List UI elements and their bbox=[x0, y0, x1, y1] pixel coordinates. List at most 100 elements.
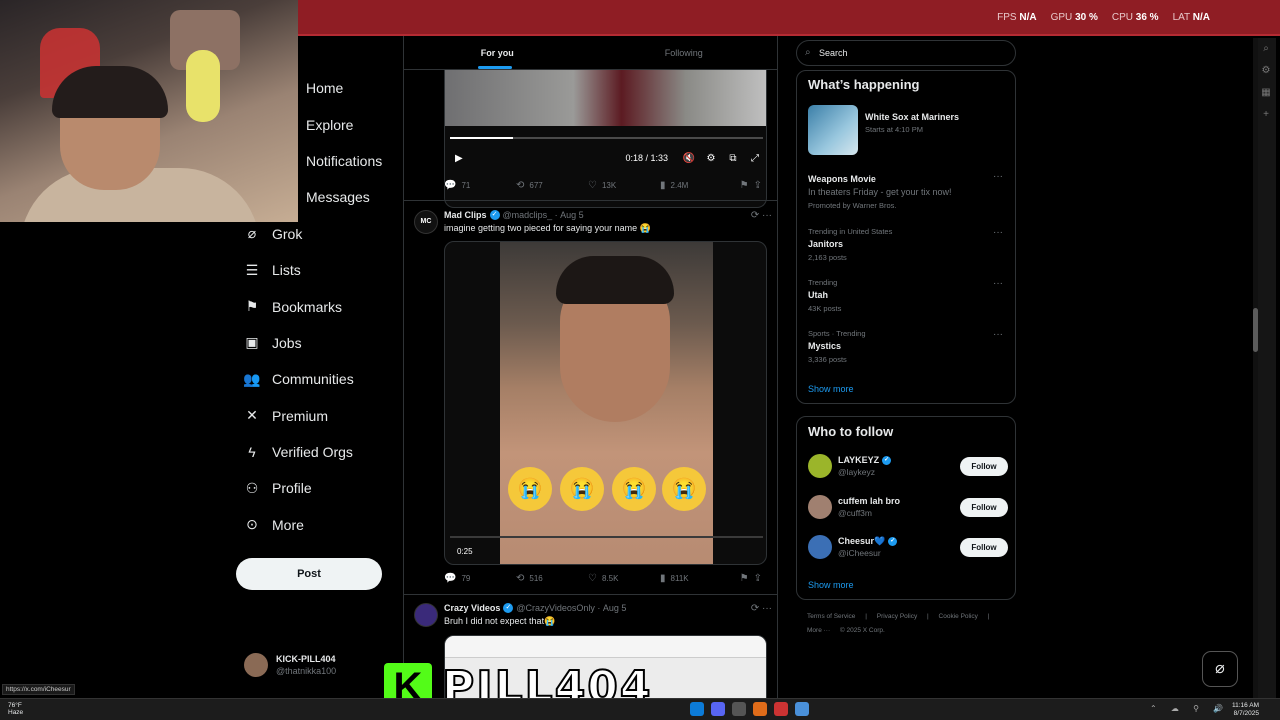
repost-count: 677 bbox=[529, 181, 543, 190]
search-icon[interactable]: ⌕ bbox=[1256, 38, 1276, 60]
sidebar-item-label: Premium bbox=[272, 407, 329, 424]
views-button[interactable]: ▮ 2.4M bbox=[660, 180, 732, 191]
mute-icon[interactable]: 🔇 bbox=[678, 153, 700, 164]
lat-label: LAT bbox=[1172, 12, 1190, 23]
trend-item[interactable]: Trending in United States Janitors 2,163… bbox=[808, 227, 1008, 262]
divider bbox=[404, 200, 777, 201]
tab-for-you[interactable]: For you bbox=[404, 36, 591, 69]
fps-value: N/A bbox=[1019, 12, 1037, 23]
search-input[interactable]: ⌕ Search bbox=[796, 40, 1016, 66]
event-card[interactable]: White Sox at Mariners Starts at 4:10 PM bbox=[808, 105, 1008, 155]
sidebar-item-premium[interactable]: ✕ Premium bbox=[236, 398, 396, 434]
like-button[interactable]: ♡ 13K bbox=[588, 180, 660, 191]
weather-widget[interactable]: 76°F Haze bbox=[8, 702, 23, 716]
sidebar-item-lists[interactable]: ☰ Lists bbox=[236, 252, 396, 288]
scrollbar[interactable] bbox=[1253, 38, 1258, 698]
repost-button[interactable]: ⟲ 677 bbox=[516, 180, 588, 191]
settings-icon[interactable]: ⚙ bbox=[700, 153, 722, 164]
trend-context: Trending bbox=[808, 278, 838, 287]
obs-icon[interactable] bbox=[774, 702, 788, 716]
avatar[interactable] bbox=[414, 603, 438, 627]
gear-icon[interactable]: ⚙ bbox=[1256, 60, 1276, 82]
tab-following[interactable]: Following bbox=[591, 36, 778, 69]
tweet[interactable]: MC Mad Clips ✓ @madclips_ · Aug 5 ⟳ ··· … bbox=[414, 210, 774, 234]
avatar[interactable] bbox=[808, 535, 832, 559]
sidebar-item-communities[interactable]: 👥 Communities bbox=[236, 361, 396, 397]
mail-icon[interactable] bbox=[732, 702, 746, 716]
grid-icon[interactable]: ▦ bbox=[1256, 82, 1276, 104]
avatar[interactable] bbox=[808, 454, 832, 478]
reply-button[interactable]: 💬 79 bbox=[444, 573, 516, 584]
pip-icon[interactable]: ⧉ bbox=[722, 153, 744, 164]
sidebar-item-verified-orgs[interactable]: ϟ Verified Orgs bbox=[236, 434, 396, 470]
sidebar-item-profile[interactable]: ⚇ Profile bbox=[236, 470, 396, 506]
share-icon[interactable]: ⇪ bbox=[754, 180, 762, 191]
author-name[interactable]: Crazy Videos bbox=[444, 603, 500, 613]
reply-icon: 💬 bbox=[444, 573, 457, 584]
taskbar-apps bbox=[690, 702, 809, 716]
more-icon[interactable]: ··· bbox=[993, 171, 1003, 182]
avatar[interactable]: MC bbox=[414, 210, 438, 234]
bookmark-button[interactable]: ⚑ ⇪ bbox=[740, 573, 767, 584]
follow-suggestion[interactable]: Cheesur💙 ✓ @iCheesur Follow bbox=[808, 533, 1008, 561]
show-more-link[interactable]: Show more bbox=[808, 384, 854, 394]
trend-posts: 3,336 posts bbox=[808, 355, 847, 364]
reply-button[interactable]: 💬 71 bbox=[444, 180, 516, 191]
post-button[interactable]: Post bbox=[236, 558, 382, 590]
sidebar-item-bookmarks[interactable]: ⚑ Bookmarks bbox=[236, 288, 396, 324]
follow-button[interactable]: Follow bbox=[960, 538, 1008, 557]
play-icon[interactable]: ▶ bbox=[455, 153, 463, 164]
privacy-link[interactable]: Privacy Policy bbox=[877, 613, 917, 620]
browser-icon[interactable] bbox=[795, 702, 809, 716]
weather-temp: 76°F bbox=[8, 702, 22, 709]
repost-button[interactable]: ⟲ 516 bbox=[516, 573, 588, 584]
author-handle[interactable]: @CrazyVideosOnly bbox=[516, 603, 595, 613]
more-link[interactable]: More ··· bbox=[807, 627, 830, 634]
tweet-date[interactable]: Aug 5 bbox=[603, 603, 627, 613]
promoted-trend[interactable]: Weapons Movie In theaters Friday - get y… bbox=[808, 171, 1008, 210]
grok-icon[interactable]: ⌀ bbox=[1202, 651, 1238, 687]
video-progress[interactable] bbox=[450, 137, 763, 139]
trend-item[interactable]: Sports · Trending Mystics 3,336 posts ··… bbox=[808, 329, 1008, 364]
follow-button[interactable]: Follow bbox=[960, 457, 1008, 476]
terms-link[interactable]: Terms of Service bbox=[807, 613, 855, 620]
video-progress[interactable] bbox=[450, 536, 763, 538]
cookie-link[interactable]: Cookie Policy bbox=[939, 613, 978, 620]
show-more-link[interactable]: Show more bbox=[808, 580, 854, 590]
more-icon[interactable]: ··· bbox=[993, 329, 1003, 340]
follow-button[interactable]: Follow bbox=[960, 498, 1008, 517]
sidebar-item-more[interactable]: ⊙ More bbox=[236, 507, 396, 543]
view-count: 811K bbox=[670, 574, 689, 583]
author-name[interactable]: Mad Clips bbox=[444, 210, 487, 220]
share-icon[interactable]: ⇪ bbox=[754, 573, 762, 584]
video-player[interactable]: 😭 😭 😭 😭 0:25 bbox=[444, 241, 767, 565]
follow-suggestion[interactable]: cuffem lah bro @cuff3m Follow bbox=[808, 493, 1008, 521]
tweet[interactable]: Crazy Videos ✓ @CrazyVideosOnly · Aug 5 … bbox=[414, 603, 774, 627]
x-logo-icon: ✕ bbox=[246, 407, 258, 424]
clock[interactable]: 11:16 AM 8/7/2025 bbox=[1232, 702, 1259, 718]
discord-icon[interactable] bbox=[711, 702, 725, 716]
fullscreen-icon[interactable]: ⤢ bbox=[744, 153, 766, 164]
more-icon[interactable]: ⟳ ··· bbox=[751, 603, 772, 614]
verified-icon: ✓ bbox=[489, 210, 500, 220]
like-button[interactable]: ♡ 8.5K bbox=[588, 573, 660, 584]
views-button[interactable]: ▮ 811K bbox=[660, 573, 732, 584]
avatar[interactable] bbox=[808, 495, 832, 519]
system-tray[interactable]: ⌃ ☁ ⚲ 🔊 bbox=[1150, 704, 1229, 713]
chart-icon: ▮ bbox=[660, 180, 666, 191]
app-icon[interactable] bbox=[753, 702, 767, 716]
trend-item[interactable]: Trending Utah 43K posts ··· bbox=[808, 278, 1008, 313]
plus-icon[interactable]: + bbox=[1256, 104, 1276, 126]
more-icon[interactable]: ⟳ ··· bbox=[751, 210, 772, 221]
tweet-date[interactable]: Aug 5 bbox=[560, 210, 584, 220]
crying-emoji: 😭 bbox=[612, 467, 656, 511]
more-icon[interactable]: ··· bbox=[993, 227, 1003, 238]
crying-emoji: 😭 bbox=[508, 467, 552, 511]
account-switcher[interactable]: KICK-PILL404 @thatnikka100 bbox=[244, 653, 336, 677]
follow-suggestion[interactable]: LAYKEYZ ✓ @laykeyz Follow bbox=[808, 452, 1008, 480]
author-handle[interactable]: @madclips_ bbox=[503, 210, 553, 220]
bookmark-button[interactable]: ⚑ ⇪ bbox=[740, 180, 767, 191]
sidebar-item-jobs[interactable]: ▣ Jobs bbox=[236, 325, 396, 361]
more-icon[interactable]: ··· bbox=[993, 278, 1003, 289]
edge-icon[interactable] bbox=[690, 702, 704, 716]
